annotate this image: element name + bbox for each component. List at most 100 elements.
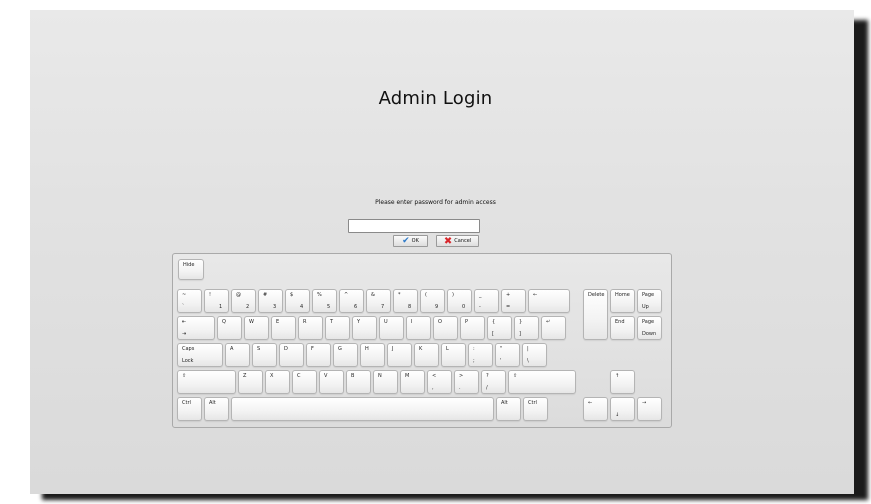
key-delete-label: Delete <box>588 292 605 298</box>
key-s-label: S <box>257 346 261 352</box>
key-rctrl[interactable]: Ctrl <box>523 397 548 421</box>
key-p-label: P <box>465 319 469 325</box>
key-down[interactable]: ↓ <box>610 397 635 421</box>
key-rshift[interactable]: ⇧ <box>508 370 576 394</box>
key-rshift-label: ⇧ <box>513 373 518 379</box>
key-1-sublabel: 1 <box>219 304 223 310</box>
ok-button-label: OK <box>411 238 419 244</box>
key-comma[interactable]: <, <box>427 370 452 394</box>
key-tilde-label: ~ <box>182 292 187 298</box>
key-home[interactable]: Home <box>610 289 635 313</box>
key-v[interactable]: V <box>319 370 344 394</box>
key-j[interactable]: J <box>387 343 412 367</box>
key-3-sublabel: 3 <box>273 304 277 310</box>
key-t[interactable]: T <box>325 316 350 340</box>
key-period[interactable]: >. <box>454 370 479 394</box>
key-2-sublabel: 2 <box>246 304 250 310</box>
key-ralt[interactable]: Alt <box>496 397 521 421</box>
key-rbracket[interactable]: }] <box>514 316 539 340</box>
key-b[interactable]: B <box>346 370 371 394</box>
key-2[interactable]: @2 <box>231 289 256 313</box>
key-7[interactable]: & 7 <box>366 289 391 313</box>
key-slash[interactable]: ? / <box>481 370 506 394</box>
key-r[interactable]: R <box>298 316 323 340</box>
key-minus[interactable]: _ - <box>474 289 499 313</box>
key-e[interactable]: E <box>271 316 296 340</box>
key-8[interactable]: * 8 <box>393 289 418 313</box>
key-s[interactable]: S <box>252 343 277 367</box>
key-q-label: Q <box>222 319 226 325</box>
key-3[interactable]: #3 <box>258 289 283 313</box>
key-lshift[interactable]: ⇧ <box>177 370 236 394</box>
key-tilde[interactable]: ~ ` <box>177 289 202 313</box>
key-pagedown-sublabel: Down <box>642 331 657 337</box>
key-9[interactable]: (9 <box>420 289 445 313</box>
key-0-sublabel: 0 <box>462 304 466 310</box>
key-0[interactable]: ) 0 <box>447 289 472 313</box>
cancel-button[interactable]: ✖ Cancel <box>436 235 479 247</box>
key-g[interactable]: G <box>333 343 358 367</box>
key-9-label: ( <box>425 292 427 298</box>
key-backspace-label: ← <box>533 292 538 298</box>
hide-keyboard-label: Hide <box>183 262 195 268</box>
key-tab[interactable]: ⇤ ⇥ <box>177 316 215 340</box>
key-quote[interactable]: " ' <box>495 343 520 367</box>
page-title: Admin Login <box>378 88 493 109</box>
key-enter[interactable]: ↵ <box>541 316 566 340</box>
key-f[interactable]: F <box>306 343 331 367</box>
ok-button[interactable]: ✔ OK <box>393 235 428 247</box>
key-q[interactable]: Q <box>217 316 242 340</box>
key-p[interactable]: P <box>460 316 485 340</box>
password-input[interactable] <box>348 219 480 233</box>
key-z[interactable]: Z <box>238 370 263 394</box>
key-backslash-label: | <box>527 346 529 352</box>
key-capslock[interactable]: Caps Lock <box>177 343 223 367</box>
key-up[interactable]: ↑ <box>610 370 635 394</box>
key-backslash[interactable]: | \ <box>522 343 547 367</box>
key-lshift-label: ⇧ <box>182 373 187 379</box>
key-o[interactable]: O <box>433 316 458 340</box>
key-lbracket[interactable]: {[ <box>487 316 512 340</box>
key-r-label: R <box>303 319 307 325</box>
key-1[interactable]: ! 1 <box>204 289 229 313</box>
key-c-label: C <box>297 373 301 379</box>
key-h[interactable]: H <box>360 343 385 367</box>
key-m[interactable]: M <box>400 370 425 394</box>
key-tab-label: ⇤ <box>182 319 187 325</box>
key-6[interactable]: ^ 6 <box>339 289 364 313</box>
key-y[interactable]: Y <box>352 316 377 340</box>
key-5-label: % <box>317 292 322 298</box>
key-lalt[interactable]: Alt <box>204 397 229 421</box>
key-k[interactable]: K <box>414 343 439 367</box>
hide-keyboard-button[interactable]: Hide <box>178 259 204 280</box>
key-pageup[interactable]: Page Up <box>637 289 662 313</box>
key-z-label: Z <box>243 373 247 379</box>
key-l[interactable]: L <box>441 343 466 367</box>
key-left[interactable]: ← <box>583 397 608 421</box>
key-8-sublabel: 8 <box>408 304 412 310</box>
key-w[interactable]: W <box>244 316 269 340</box>
key-equals[interactable]: + = <box>501 289 526 313</box>
key-4[interactable]: $4 <box>285 289 310 313</box>
key-u-label: U <box>384 319 388 325</box>
key-u[interactable]: U <box>379 316 404 340</box>
key-i[interactable]: I <box>406 316 431 340</box>
key-space[interactable] <box>231 397 494 421</box>
key-tab-sublabel: ⇥ <box>182 331 187 337</box>
key-end[interactable]: End <box>610 316 635 340</box>
key-6-label: ^ <box>344 292 349 298</box>
key-right[interactable]: → <box>637 397 662 421</box>
key-a[interactable]: A <box>225 343 250 367</box>
key-x[interactable]: X <box>265 370 290 394</box>
key-5[interactable]: % 5 <box>312 289 337 313</box>
key-d[interactable]: D <box>279 343 304 367</box>
key-n[interactable]: N <box>373 370 398 394</box>
key-c[interactable]: C <box>292 370 317 394</box>
key-backspace[interactable]: ← <box>528 289 570 313</box>
key-v-label: V <box>324 373 328 379</box>
key-semicolon[interactable]: :; <box>468 343 493 367</box>
check-icon: ✔ <box>402 235 410 246</box>
key-pagedown[interactable]: Page Down <box>637 316 662 340</box>
key-delete[interactable]: Delete <box>583 289 608 340</box>
key-lctrl[interactable]: Ctrl <box>177 397 202 421</box>
